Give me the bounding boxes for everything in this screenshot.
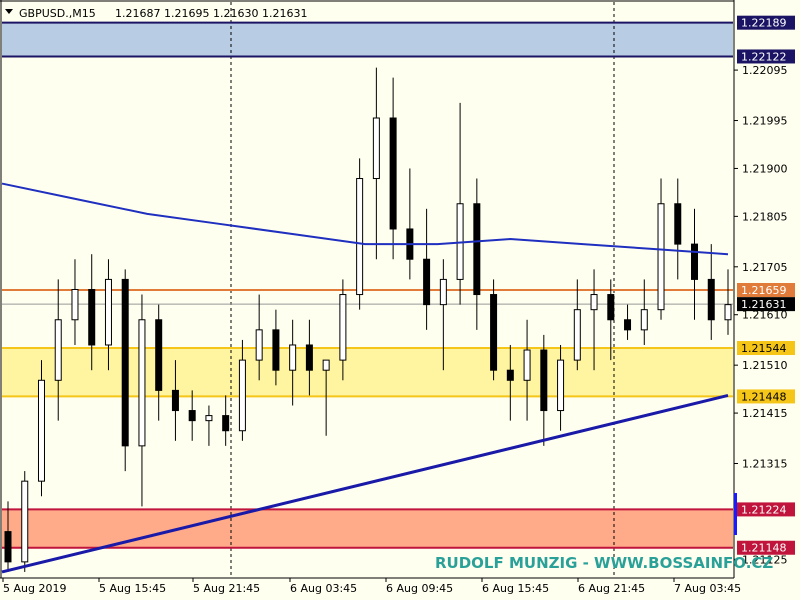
candle-body <box>222 415 230 432</box>
candle-body <box>104 278 112 346</box>
x-tick-label: 6 Aug 09:45 <box>386 582 453 595</box>
candle-body <box>54 319 62 381</box>
zone-orange <box>2 509 733 548</box>
candle-body <box>71 289 79 321</box>
chart-canvas: 1.22095 1.21995 1.21900 1.21805 1.21705 1.216… <box>0 0 800 600</box>
symbol-label: GBPUSD.,M15 <box>19 7 96 20</box>
x-tick-label: 5 Aug 2019 <box>3 582 66 595</box>
x-tick-label: 6 Aug 15:45 <box>482 582 549 595</box>
candle-body <box>674 203 682 245</box>
candle-body <box>37 379 45 482</box>
candle-body <box>138 319 146 447</box>
price-level-label: 1.21148 <box>741 542 787 555</box>
candle-body <box>171 389 179 412</box>
candle-body <box>339 294 347 361</box>
y-tick-label: 1.21900 <box>742 162 788 175</box>
candle-body <box>389 117 397 230</box>
price-level-label: 1.21224 <box>741 503 787 516</box>
chart-header: GBPUSD.,M15 1.21687 1.21695 1.21630 1.21… <box>5 7 307 20</box>
candle-body <box>121 278 129 447</box>
candle-body <box>372 117 380 180</box>
ohlc-values: 1.21687 1.21695 1.21630 1.21631 <box>115 7 307 20</box>
candle-body <box>557 359 565 412</box>
candle-body <box>724 304 732 321</box>
candle-body <box>423 258 431 306</box>
candle-body <box>305 344 313 371</box>
x-tick-label: 7 Aug 03:45 <box>674 582 741 595</box>
candle-body <box>540 349 548 412</box>
candle-body <box>523 349 531 381</box>
candle-body <box>624 319 632 331</box>
price-level-label: 1.21631 <box>741 298 787 311</box>
y-tick-label: 1.21315 <box>742 458 788 471</box>
candle-body <box>640 309 648 331</box>
x-tick-label: 5 Aug 15:45 <box>99 582 166 595</box>
candle-body <box>506 369 514 381</box>
candle-body <box>272 329 280 371</box>
scroll-marker[interactable] <box>734 493 737 535</box>
candle-body <box>657 203 665 311</box>
zone-blue <box>2 22 733 57</box>
candle-body <box>691 243 699 280</box>
candle-body <box>188 410 196 422</box>
candle-body <box>238 359 246 432</box>
y-tick-label: 1.21705 <box>742 261 788 274</box>
watermark-text: RUDOLF MUNZIG - WWW.BOSSAINFO.CZ <box>435 554 773 572</box>
y-tick-label: 1.21415 <box>742 407 788 420</box>
candle-body <box>88 289 96 346</box>
candle-body <box>322 359 330 371</box>
candle-body <box>155 319 163 391</box>
candle-body <box>255 329 263 361</box>
price-level-label: 1.22189 <box>741 17 787 30</box>
candle-body <box>205 415 213 422</box>
y-tick-label: 1.21995 <box>742 115 788 128</box>
x-tick-label: 5 Aug 21:45 <box>193 582 260 595</box>
candle-body <box>573 309 581 361</box>
price-level-label: 1.21659 <box>741 284 787 297</box>
price-level-label: 1.22122 <box>741 50 787 63</box>
x-tick-label: 6 Aug 03:45 <box>290 582 357 595</box>
candle-body <box>473 203 481 296</box>
y-tick-label: 1.21805 <box>742 210 788 223</box>
candle-body <box>607 294 615 321</box>
candle-body <box>21 480 29 563</box>
candle-body <box>356 178 364 296</box>
candle-body <box>4 531 12 563</box>
y-tick-label: 1.21510 <box>742 359 788 372</box>
x-tick-label: 6 Aug 21:45 <box>578 582 645 595</box>
candle-body <box>289 344 297 371</box>
candle-body <box>707 278 715 321</box>
candle-body <box>590 294 598 311</box>
candle-body <box>439 278 447 306</box>
price-level-label: 1.21448 <box>741 390 787 403</box>
price-level-label: 1.21544 <box>741 342 787 355</box>
candle-body <box>490 294 498 371</box>
zone-yellow <box>2 348 733 397</box>
y-tick-label: 1.22095 <box>742 64 788 77</box>
